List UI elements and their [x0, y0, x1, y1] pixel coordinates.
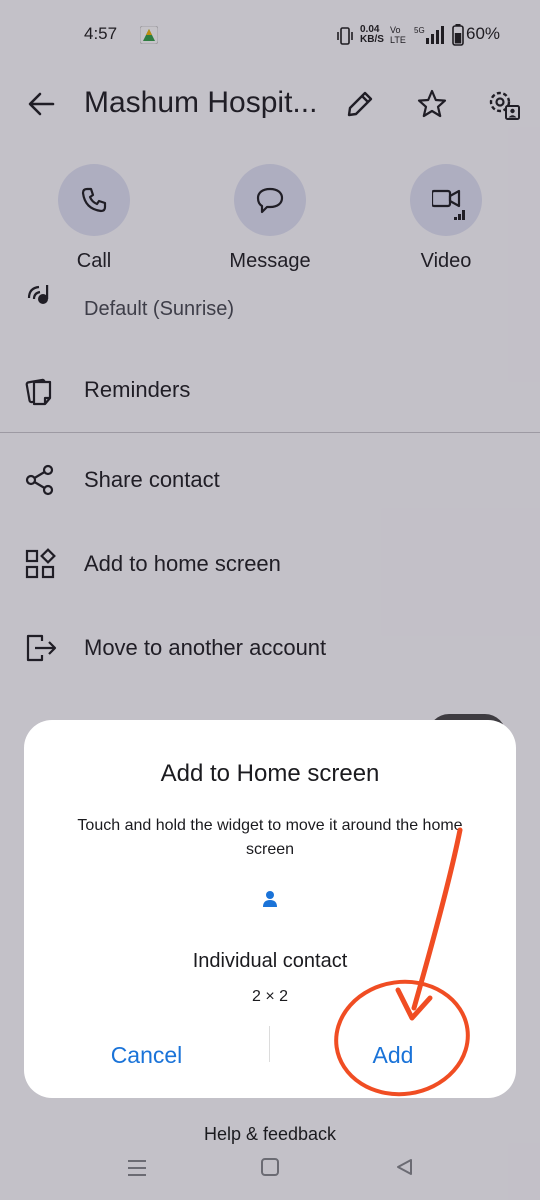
person-widget-icon[interactable]: [262, 890, 278, 908]
back-icon[interactable]: [394, 1157, 414, 1177]
navigation-bar: [0, 1146, 540, 1200]
dialog-title: Add to Home screen: [160, 760, 380, 787]
home-icon[interactable]: [260, 1157, 280, 1177]
widget-size: 2 × 2: [251, 988, 289, 1005]
help-feedback-link[interactable]: Help & feedback: [0, 1124, 540, 1145]
recents-icon[interactable]: [126, 1158, 148, 1178]
cancel-button[interactable]: Cancel: [24, 1030, 269, 1080]
add-to-home-dialog: Add to Home screen Touch and hold the wi…: [24, 720, 516, 1098]
add-button[interactable]: Add: [270, 1030, 516, 1080]
dialog-description: Touch and hold the widget to move it aro…: [77, 817, 463, 858]
contact-details-screen: 4:57 0.04 KB/S Vo LTE 5G 60% Mashum Hosp…: [0, 0, 540, 1200]
widget-name: Individual contact: [192, 950, 348, 972]
